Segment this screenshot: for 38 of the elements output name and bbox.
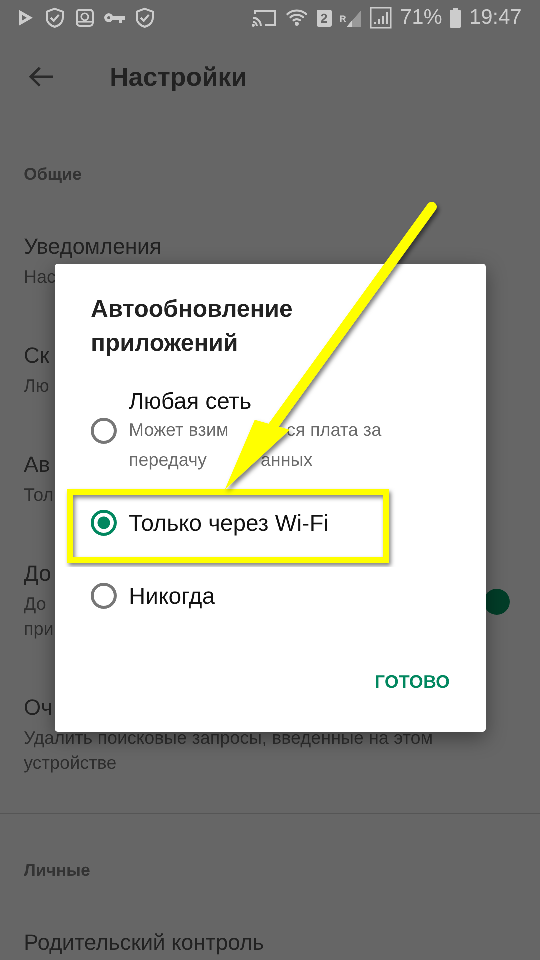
key-icon bbox=[104, 11, 126, 25]
setting-title[interactable]: До bbox=[24, 561, 54, 587]
shield-check-icon bbox=[134, 7, 156, 29]
radio-button[interactable] bbox=[91, 582, 117, 608]
drive-icon bbox=[74, 7, 96, 29]
option-description: анных bbox=[260, 449, 313, 472]
cast-icon bbox=[250, 8, 277, 28]
setting-description: Тол bbox=[24, 484, 54, 507]
option-label[interactable]: Любая сеть bbox=[129, 387, 382, 415]
signal-icon bbox=[370, 7, 392, 29]
shield-check-icon bbox=[44, 7, 66, 29]
option-label[interactable]: Никогда bbox=[129, 582, 216, 610]
screen-title: Настройки bbox=[110, 62, 248, 92]
done-button[interactable]: ГОТОВО bbox=[374, 664, 450, 701]
option-description: передачу bbox=[129, 449, 207, 472]
radio-button[interactable] bbox=[91, 418, 117, 444]
clock: 19:47 bbox=[469, 6, 522, 30]
toggle-thumb[interactable] bbox=[484, 588, 510, 614]
radio-button[interactable] bbox=[91, 510, 117, 536]
setting-description: Нас bbox=[24, 266, 58, 289]
sim-badge: 2 bbox=[316, 10, 332, 26]
wifi-icon bbox=[284, 9, 309, 27]
setting-description: устройстве bbox=[24, 752, 118, 775]
setting-title[interactable]: Ск bbox=[24, 343, 50, 369]
battery-icon bbox=[450, 8, 462, 28]
battery-percent: 71% bbox=[400, 6, 442, 30]
dialog-title: Автообновление приложений bbox=[91, 295, 294, 359]
option-description: ся плата за bbox=[286, 419, 382, 442]
option-description: Может взим bbox=[129, 419, 229, 442]
setting-title[interactable]: Уведомления bbox=[24, 234, 162, 260]
setting-description: Лю bbox=[24, 375, 50, 398]
option-label[interactable]: Только через Wi-Fi bbox=[129, 508, 329, 536]
back-arrow-icon[interactable] bbox=[28, 66, 54, 88]
roaming-label: R bbox=[340, 14, 346, 24]
setting-description: при bbox=[24, 618, 54, 641]
setting-title[interactable]: Родительский контроль bbox=[24, 930, 264, 956]
setting-description: До bbox=[24, 593, 48, 616]
setting-title[interactable]: Ав bbox=[24, 452, 54, 478]
